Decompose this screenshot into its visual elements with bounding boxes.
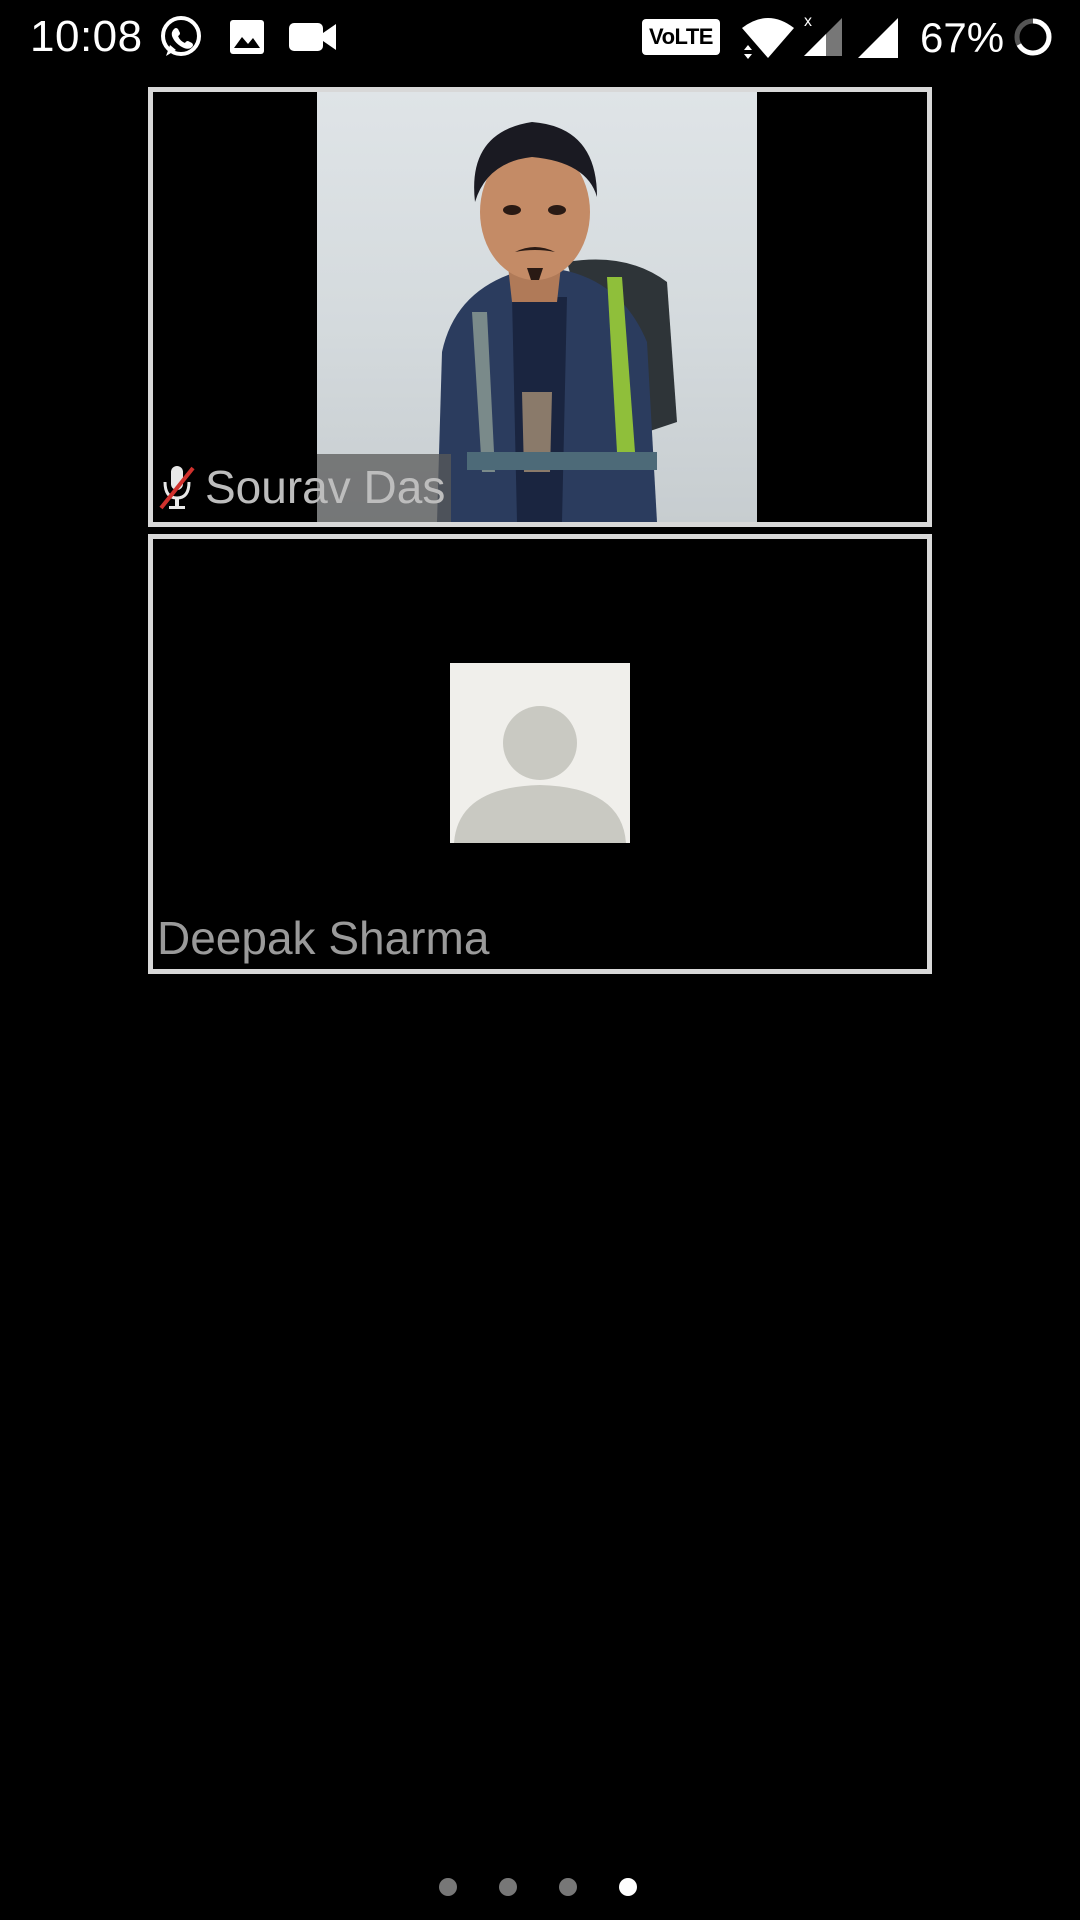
status-time: 10:08: [30, 12, 143, 61]
signal-no-service-icon: x: [800, 12, 846, 65]
wifi-icon: [740, 14, 796, 67]
svg-text:x: x: [804, 13, 812, 30]
page-indicator[interactable]: [0, 1876, 1080, 1900]
battery-percent: 67%: [920, 14, 1005, 61]
page-dot-active[interactable]: [619, 1878, 637, 1896]
mic-muted-icon: [157, 462, 197, 512]
page-dot[interactable]: [559, 1878, 577, 1896]
whatsapp-icon: [158, 14, 204, 65]
participant-tile-video[interactable]: Sourav Das: [148, 87, 932, 527]
volte-badge: VoLTE: [642, 19, 720, 55]
participant-name: Sourav Das: [205, 461, 446, 513]
page-dot[interactable]: [499, 1878, 517, 1896]
participant-name-tag: Sourav Das: [153, 454, 445, 520]
participant-tile-avatar[interactable]: Deepak Sharma: [148, 534, 932, 974]
page-dot[interactable]: [439, 1878, 457, 1896]
video-camera-icon: [288, 20, 338, 59]
video-call-screen: 10:08 VoLTE x 67% Sourav Das Deepak Shar…: [0, 0, 1080, 1920]
battery-ring-icon: [1012, 16, 1054, 63]
image-icon: [228, 18, 266, 61]
participant-name: Deepak Sharma: [157, 912, 490, 964]
status-bar: 10:08 VoLTE x 67%: [0, 0, 1080, 74]
signal-icon: [856, 16, 900, 65]
avatar-placeholder: [450, 663, 630, 843]
